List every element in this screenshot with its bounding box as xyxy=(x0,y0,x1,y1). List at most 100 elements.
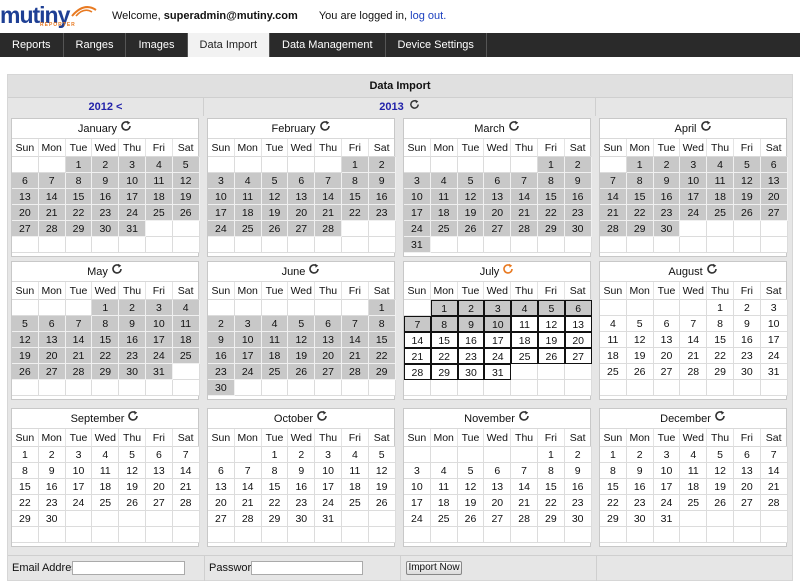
day-cell[interactable]: 28 xyxy=(404,364,431,380)
day-cell[interactable]: 21 xyxy=(600,205,627,221)
day-cell[interactable]: 6 xyxy=(484,463,512,479)
day-cell[interactable]: 6 xyxy=(145,447,173,463)
day-cell[interactable]: 10 xyxy=(65,463,93,479)
day-cell[interactable]: 2 xyxy=(92,157,120,173)
day-cell[interactable]: 30 xyxy=(653,221,681,237)
day-cell[interactable]: 9 xyxy=(368,173,396,189)
day-cell[interactable]: 15 xyxy=(537,189,565,205)
day-cell[interactable]: 25 xyxy=(234,221,262,237)
day-cell[interactable]: 12 xyxy=(457,479,485,495)
day-cell[interactable]: 26 xyxy=(261,221,289,237)
day-cell[interactable]: 10 xyxy=(145,316,173,332)
day-cell[interactable]: 27 xyxy=(760,205,788,221)
day-cell[interactable]: 30 xyxy=(564,221,592,237)
day-cell[interactable]: 8 xyxy=(707,316,734,332)
day-cell[interactable]: 19 xyxy=(12,348,39,364)
day-cell[interactable]: 19 xyxy=(119,479,146,495)
day-cell[interactable]: 23 xyxy=(208,364,235,380)
day-cell[interactable]: 25 xyxy=(600,364,627,380)
day-cell[interactable]: 15 xyxy=(537,479,565,495)
day-cell[interactable]: 2 xyxy=(38,447,66,463)
day-cell[interactable]: 19 xyxy=(368,479,396,495)
day-cell[interactable]: 6 xyxy=(484,173,512,189)
day-cell[interactable]: 10 xyxy=(119,173,146,189)
day-cell[interactable]: 5 xyxy=(626,316,654,332)
day-cell[interactable]: 1 xyxy=(707,300,734,316)
day-cell[interactable]: 11 xyxy=(234,189,262,205)
day-cell[interactable]: 21 xyxy=(234,495,262,511)
day-cell[interactable]: 14 xyxy=(341,332,369,348)
day-cell[interactable]: 26 xyxy=(12,364,39,380)
day-cell[interactable]: 21 xyxy=(172,479,200,495)
day-cell[interactable]: 22 xyxy=(261,495,289,511)
day-cell[interactable]: 22 xyxy=(537,495,565,511)
day-cell[interactable]: 2 xyxy=(653,157,681,173)
day-cell[interactable]: 11 xyxy=(172,316,200,332)
refresh-icon[interactable] xyxy=(518,409,530,429)
day-cell[interactable]: 23 xyxy=(119,348,146,364)
day-cell[interactable]: 31 xyxy=(315,511,342,527)
day-cell[interactable]: 11 xyxy=(707,173,734,189)
day-cell[interactable]: 26 xyxy=(457,511,485,527)
day-cell[interactable]: 29 xyxy=(368,364,396,380)
day-cell[interactable]: 19 xyxy=(288,348,316,364)
day-cell[interactable]: 17 xyxy=(484,332,512,348)
refresh-icon[interactable] xyxy=(409,98,420,116)
day-cell[interactable]: 18 xyxy=(261,348,289,364)
day-cell[interactable]: 14 xyxy=(65,332,93,348)
day-cell[interactable]: 14 xyxy=(511,189,538,205)
day-cell[interactable]: 31 xyxy=(404,237,431,253)
day-cell[interactable]: 6 xyxy=(38,316,66,332)
day-cell[interactable]: 13 xyxy=(760,173,788,189)
day-cell[interactable]: 27 xyxy=(315,364,342,380)
day-cell[interactable]: 11 xyxy=(600,332,627,348)
refresh-icon[interactable] xyxy=(502,262,514,282)
day-cell[interactable]: 9 xyxy=(653,173,681,189)
day-cell[interactable]: 12 xyxy=(537,316,565,332)
day-cell[interactable]: 22 xyxy=(92,348,120,364)
day-cell[interactable]: 27 xyxy=(733,495,761,511)
day-cell[interactable]: 10 xyxy=(208,189,235,205)
day-cell[interactable]: 3 xyxy=(65,447,93,463)
day-cell[interactable]: 17 xyxy=(119,189,146,205)
day-cell[interactable]: 24 xyxy=(760,348,788,364)
day-cell[interactable]: 29 xyxy=(626,221,654,237)
day-cell[interactable]: 11 xyxy=(261,332,289,348)
day-cell[interactable]: 12 xyxy=(288,332,316,348)
day-cell[interactable]: 4 xyxy=(430,173,458,189)
day-cell[interactable]: 11 xyxy=(680,463,708,479)
day-cell[interactable]: 3 xyxy=(234,316,262,332)
day-cell[interactable]: 2 xyxy=(733,300,761,316)
day-cell[interactable]: 5 xyxy=(172,157,200,173)
day-cell[interactable]: 22 xyxy=(12,495,39,511)
day-cell[interactable]: 30 xyxy=(733,364,761,380)
day-cell[interactable]: 15 xyxy=(600,479,627,495)
day-cell[interactable]: 9 xyxy=(733,316,761,332)
day-cell[interactable]: 29 xyxy=(707,364,734,380)
day-cell[interactable]: 3 xyxy=(208,173,235,189)
day-cell[interactable]: 13 xyxy=(12,189,39,205)
day-cell[interactable]: 28 xyxy=(511,221,538,237)
day-cell[interactable]: 15 xyxy=(12,479,39,495)
day-cell[interactable]: 4 xyxy=(341,447,369,463)
day-cell[interactable]: 15 xyxy=(707,332,734,348)
day-cell[interactable]: 20 xyxy=(484,205,512,221)
day-cell[interactable]: 16 xyxy=(208,348,235,364)
day-cell[interactable]: 2 xyxy=(457,300,485,316)
day-cell[interactable]: 23 xyxy=(38,495,66,511)
day-cell[interactable]: 11 xyxy=(145,173,173,189)
day-cell[interactable]: 20 xyxy=(208,495,235,511)
day-cell[interactable]: 1 xyxy=(626,157,654,173)
day-cell[interactable]: 26 xyxy=(626,364,654,380)
day-cell[interactable]: 2 xyxy=(564,157,592,173)
day-cell[interactable]: 24 xyxy=(234,364,262,380)
day-cell[interactable]: 23 xyxy=(368,205,396,221)
day-cell[interactable]: 18 xyxy=(600,348,627,364)
day-cell[interactable]: 29 xyxy=(65,221,93,237)
day-cell[interactable]: 10 xyxy=(760,316,788,332)
day-cell[interactable]: 22 xyxy=(707,348,734,364)
day-cell[interactable]: 24 xyxy=(65,495,93,511)
day-cell[interactable]: 24 xyxy=(119,205,146,221)
day-cell[interactable]: 22 xyxy=(626,205,654,221)
day-cell[interactable]: 14 xyxy=(38,189,66,205)
